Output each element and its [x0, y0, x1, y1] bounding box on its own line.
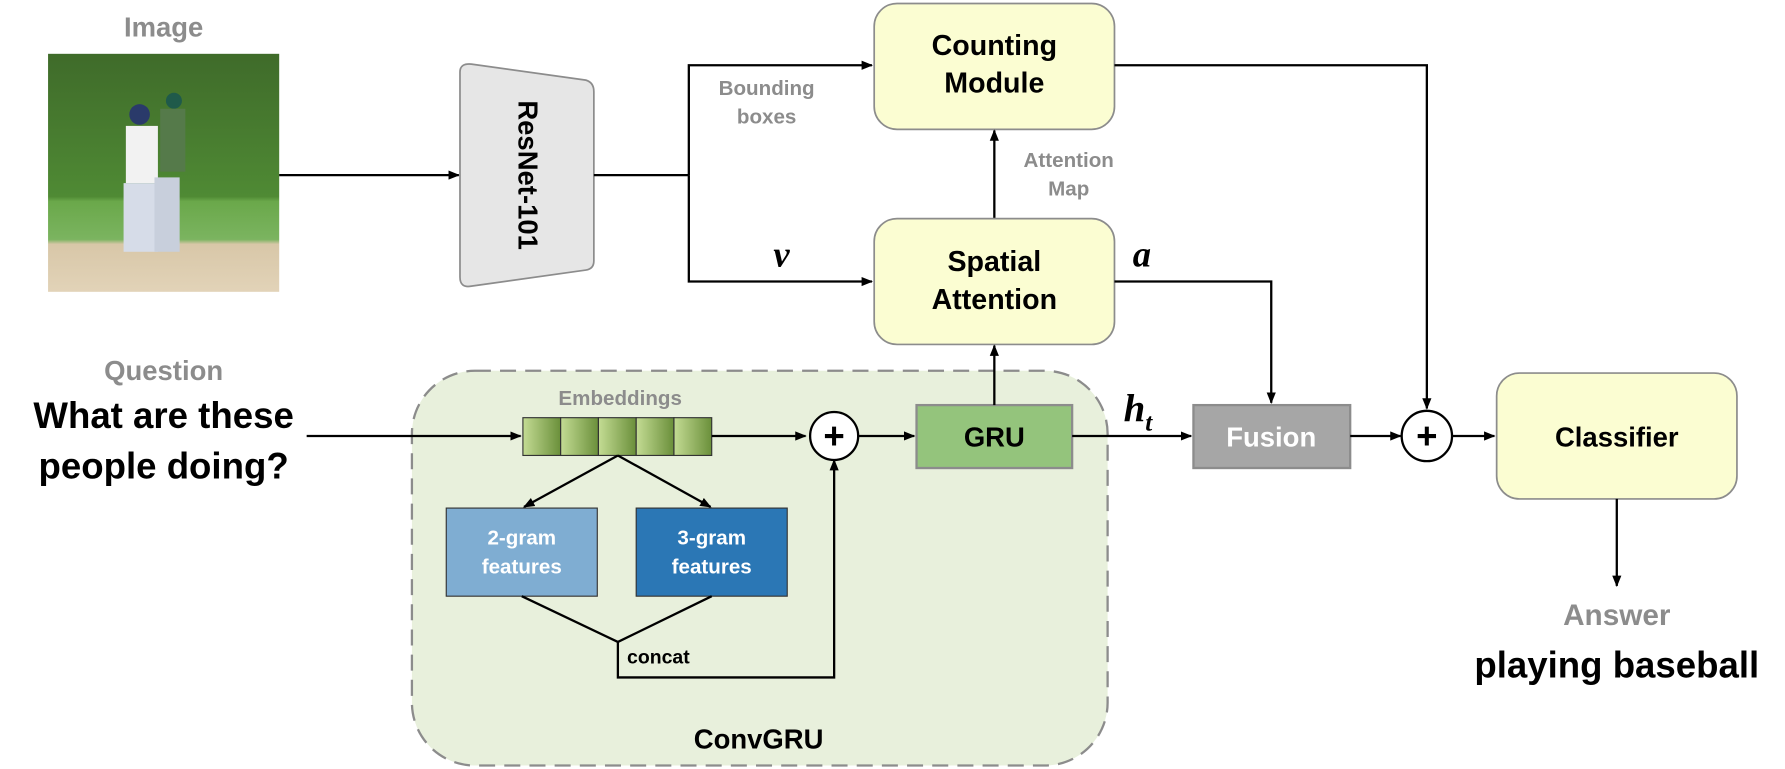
2gram-label-1: 2-gram	[487, 527, 556, 550]
embeddings-label: Embeddings	[558, 387, 681, 410]
spatial-attention-module: Spatial Attention	[873, 217, 1116, 346]
resnet-label: ResNet-101	[512, 100, 543, 250]
counting-module-label-2: Module	[944, 68, 1044, 100]
answer-text: playing baseball	[1474, 644, 1759, 685]
arrow-a-to-fusion	[1114, 280, 1276, 404]
spatial-attention-label-2: Attention	[932, 284, 1057, 316]
convgru-label: ConvGRU	[694, 723, 824, 754]
classifier-label: Classifier	[1555, 421, 1679, 452]
3gram-features-block: 3-gram features	[635, 507, 788, 597]
attention-map-label-2: Map	[1048, 178, 1089, 201]
resnet-block: ResNet-101	[459, 63, 595, 288]
answer-title: Answer	[1563, 599, 1671, 632]
image-title: Image	[124, 12, 203, 43]
sum-node-2: +	[1400, 409, 1454, 463]
a-label: a	[1133, 234, 1151, 275]
concat-label: concat	[627, 647, 690, 669]
gru-block: GRU	[915, 403, 1074, 470]
counting-module: Counting Module	[873, 2, 1116, 131]
3gram-label-1: 3-gram	[677, 527, 746, 550]
embedding-cell	[560, 417, 600, 457]
question-text-line-1: What are these	[33, 395, 293, 436]
vqa-architecture-diagram: Image ResNet-101 Bounding boxes v Counti…	[33, 2, 1759, 767]
embedding-cell	[522, 417, 562, 457]
question-text-line-2: people doing?	[39, 445, 289, 486]
embeddings-vector	[522, 417, 713, 457]
classifier-module: Classifier	[1495, 372, 1738, 500]
plus-icon: +	[823, 416, 844, 457]
bounding-boxes-label-1: Bounding	[719, 77, 815, 100]
question-title: Question	[104, 355, 223, 386]
spatial-attention-label-1: Spatial	[947, 246, 1041, 278]
2gram-label-2: features	[482, 555, 562, 578]
ht-label: ht	[1124, 387, 1154, 436]
input-photo	[48, 53, 280, 292]
fusion-label: Fusion	[1226, 421, 1316, 452]
v-label: v	[773, 234, 790, 275]
3gram-label-2: features	[672, 555, 752, 578]
fusion-block: Fusion	[1192, 403, 1352, 470]
embedding-cell	[597, 417, 637, 457]
embedding-cell	[635, 417, 675, 457]
sum-node-1: +	[808, 410, 860, 462]
counting-module-label-1: Counting	[932, 30, 1057, 62]
bounding-boxes-label-2: boxes	[737, 106, 796, 129]
plus-icon: +	[1416, 416, 1437, 457]
attention-map-label-1: Attention	[1024, 149, 1114, 172]
embedding-cell	[673, 417, 713, 457]
2gram-features-block: 2-gram features	[445, 507, 598, 597]
gru-label: GRU	[964, 421, 1025, 452]
